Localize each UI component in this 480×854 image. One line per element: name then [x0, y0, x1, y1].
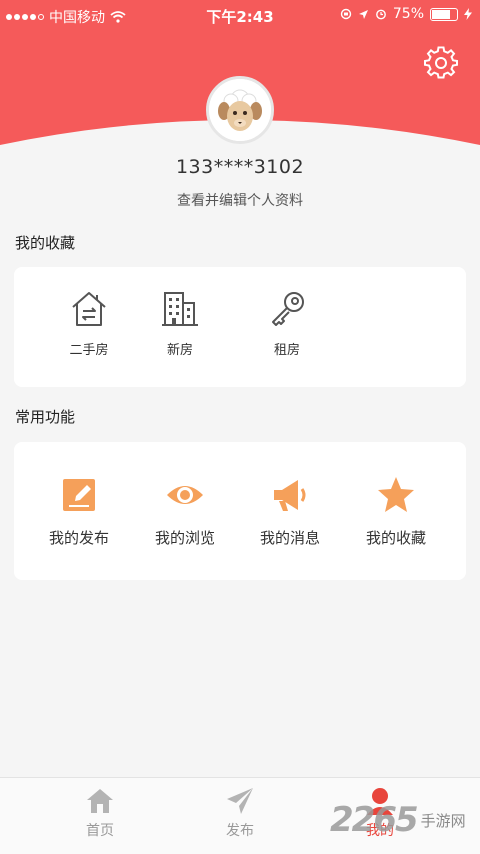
- sheep-avatar-icon: [209, 79, 271, 141]
- battery-percent: 75%: [392, 6, 424, 22]
- orientation-lock-icon: [340, 8, 352, 20]
- status-bar: 中国移动 下午2:43 75%: [0, 0, 480, 30]
- home-icon: [87, 789, 113, 813]
- function-label: 我的发布: [48, 529, 109, 547]
- function-label: 我的收藏: [365, 529, 426, 547]
- paper-plane-icon: [227, 788, 253, 814]
- favorites-section-title: 我的收藏: [15, 234, 76, 252]
- favorite-label: 二手房: [69, 343, 109, 358]
- my-favorites-button[interactable]: 我的收藏: [356, 475, 436, 548]
- alarm-icon: [375, 9, 386, 20]
- favorite-rental-house[interactable]: 租房: [252, 289, 322, 358]
- favorite-label: 租房: [273, 343, 300, 358]
- tab-label: 首页: [86, 823, 114, 839]
- my-posts-button[interactable]: 我的发布: [39, 475, 119, 548]
- site-watermark: 2265 手游网: [330, 800, 466, 840]
- tab-label: 发布: [226, 823, 254, 839]
- function-label: 我的浏览: [154, 529, 215, 547]
- star-icon: [378, 477, 414, 512]
- avatar[interactable]: [206, 76, 274, 144]
- my-browsing-button[interactable]: 我的浏览: [145, 475, 225, 548]
- status-bar-right: 75%: [340, 6, 472, 22]
- favorites-card: 二手房 新房 租房: [14, 267, 466, 387]
- location-icon: [358, 9, 368, 19]
- my-messages-button[interactable]: 我的消息: [250, 475, 330, 548]
- watermark-logo: 2265: [330, 800, 419, 840]
- functions-section-title: 常用功能: [15, 408, 76, 426]
- function-label: 我的消息: [259, 529, 320, 547]
- charging-icon: [464, 8, 472, 20]
- tab-publish[interactable]: 发布: [200, 786, 280, 840]
- favorite-new-house[interactable]: 新房: [145, 289, 215, 358]
- favorite-label: 新房: [166, 343, 193, 358]
- edit-profile-link[interactable]: 查看并编辑个人资料: [0, 190, 480, 210]
- battery-icon: [430, 7, 458, 21]
- megaphone-icon: [274, 480, 306, 511]
- user-phone-number: 133****3102: [175, 156, 305, 178]
- tab-home[interactable]: 首页: [60, 786, 140, 840]
- eye-icon: [167, 486, 203, 504]
- favorite-secondhand-house[interactable]: 二手房: [54, 289, 124, 358]
- building-icon: [162, 292, 198, 326]
- battery-fill: [432, 9, 450, 19]
- settings-gear-icon[interactable]: [424, 46, 458, 80]
- watermark-text: 手游网: [420, 811, 466, 830]
- house-exchange-icon: [72, 292, 106, 326]
- functions-card: 我的发布 我的浏览 我的消息 我的收藏: [14, 442, 466, 580]
- key-icon: [272, 292, 304, 326]
- edit-icon: [63, 479, 95, 511]
